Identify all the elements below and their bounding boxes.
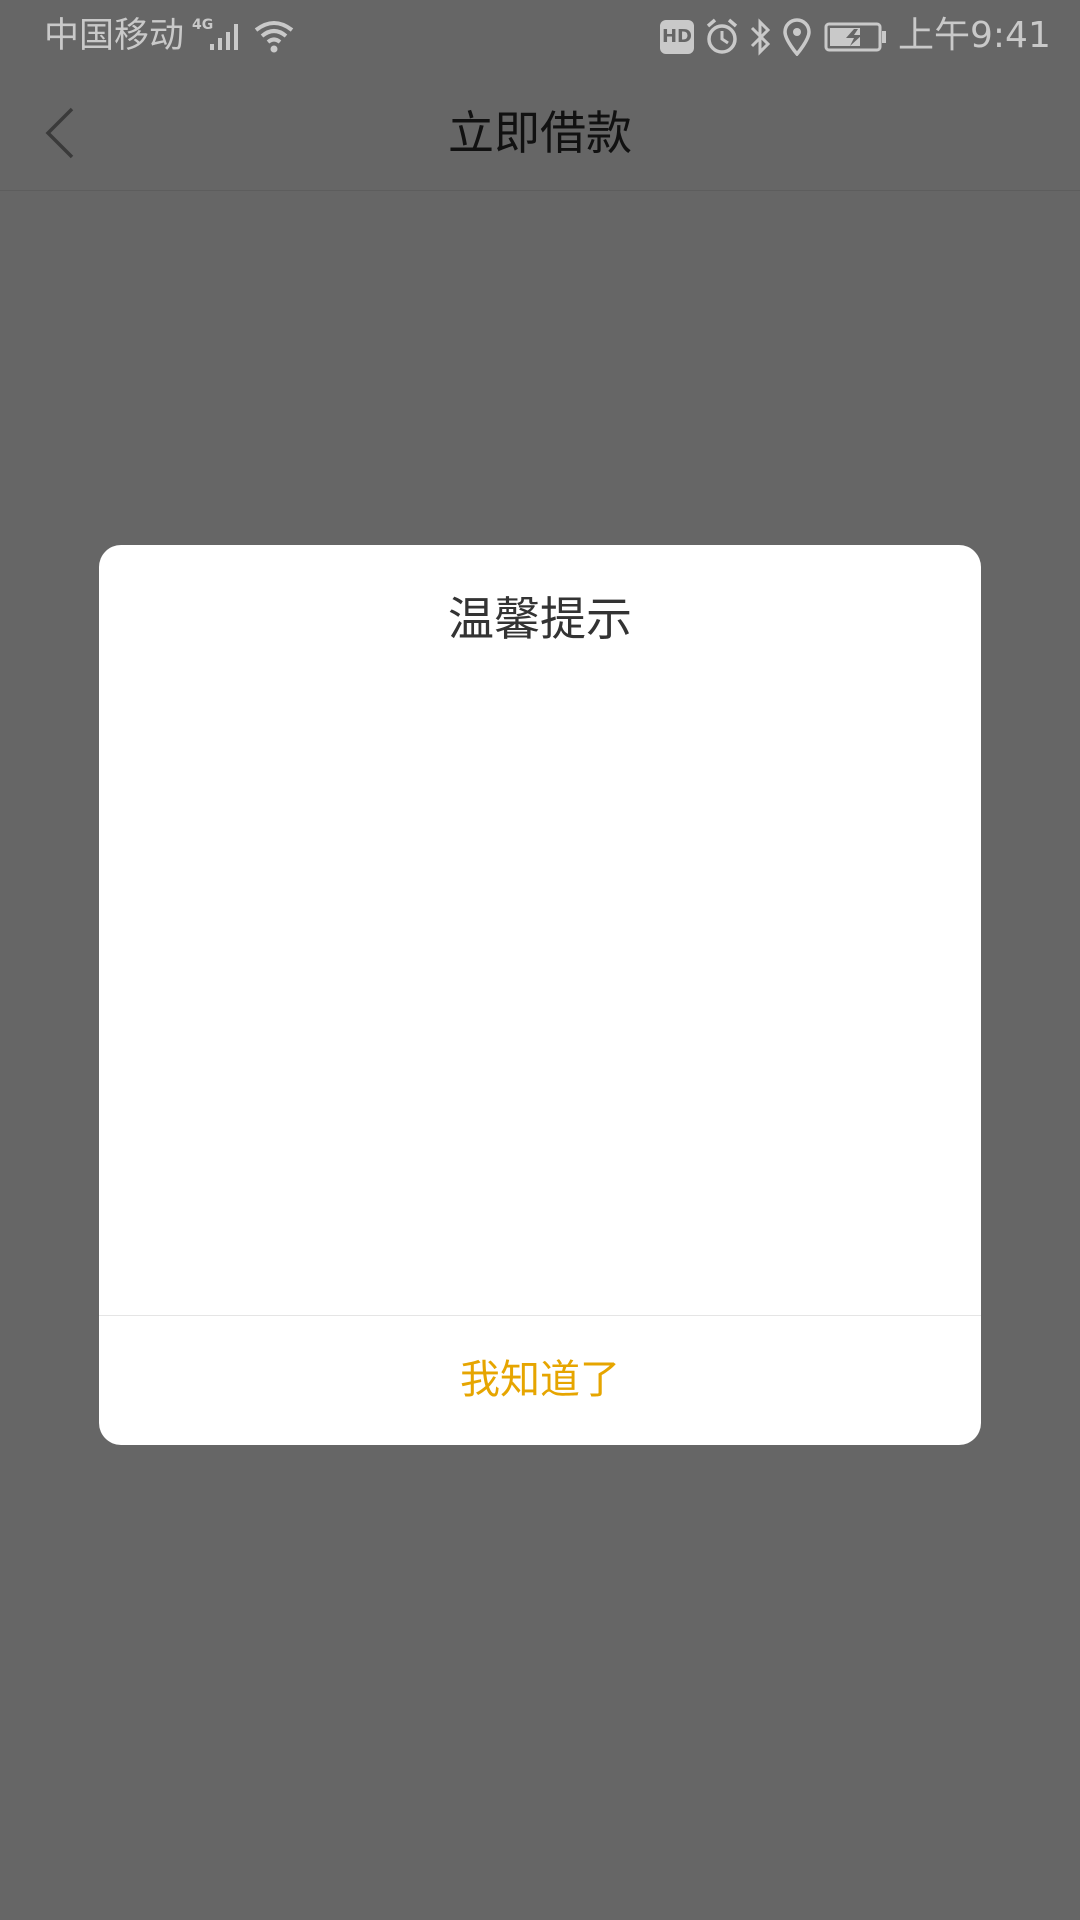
confirm-button[interactable]: 我知道了 — [99, 1316, 981, 1445]
dialog-body — [139, 685, 941, 1255]
dialog-title: 温馨提示 — [448, 592, 632, 646]
tip-dialog: 温馨提示 我知道了 — [99, 545, 981, 1445]
